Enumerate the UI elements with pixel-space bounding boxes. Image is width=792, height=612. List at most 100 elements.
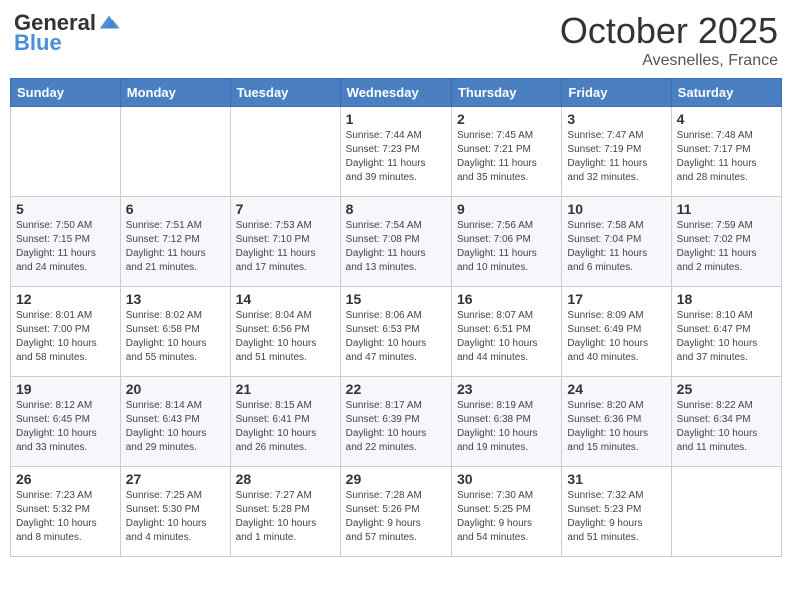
title-section: October 2025 Avesnelles, France [560,10,778,70]
day-cell: 11 Sunrise: 7:59 AM Sunset: 7:02 PM Dayli… [671,197,781,287]
day-cell: 16 Sunrise: 8:07 AM Sunset: 6:51 PM Dayli… [451,287,561,377]
day-cell: 2 Sunrise: 7:45 AM Sunset: 7:21 PM Daylig… [451,107,561,197]
day-info: Sunrise: 8:15 AM Sunset: 6:41 PM Dayligh… [236,399,335,455]
day-number: 25 [677,381,776,397]
logo-blue-text: Blue [14,30,62,56]
day-info: Sunrise: 7:48 AM Sunset: 7:17 PM Dayligh… [677,129,776,185]
day-number: 30 [457,471,556,487]
week-row-2: 5Sunrise: 7:50 AM Sunset: 7:15 PM Daylig… [11,197,782,287]
day-number: 11 [677,201,776,217]
day-number: 6 [126,201,225,217]
day-cell: 17 Sunrise: 8:09 AM Sunset: 6:49 PM Dayli… [562,287,671,377]
day-info: Sunrise: 8:07 AM Sunset: 6:51 PM Dayligh… [457,309,556,365]
day-number: 28 [236,471,335,487]
day-number: 2 [457,111,556,127]
calendar-table: SundayMondayTuesdayWednesdayThursdayFrid… [10,78,782,557]
weekday-header-saturday: Saturday [671,79,781,107]
day-cell: 12 Sunrise: 8:01 AM Sunset: 7:00 PM Dayli… [11,287,121,377]
day-cell: 28 Sunrise: 7:27 AM Sunset: 5:28 PM Dayli… [230,467,340,557]
day-info: Sunrise: 8:09 AM Sunset: 6:49 PM Dayligh… [567,309,665,365]
day-cell: 23Sunrise: 8:19 AM Sunset: 6:38 PM Dayli… [451,377,561,467]
day-number: 22 [346,381,446,397]
day-number: 5 [16,201,115,217]
weekday-header-row: SundayMondayTuesdayWednesdayThursdayFrid… [11,79,782,107]
day-cell: 8Sunrise: 7:54 AM Sunset: 7:08 PM Daylig… [340,197,451,287]
weekday-header-sunday: Sunday [11,79,121,107]
day-cell [671,467,781,557]
day-cell: 9 Sunrise: 7:56 AM Sunset: 7:06 PM Daylig… [451,197,561,287]
day-info: Sunrise: 7:58 AM Sunset: 7:04 PM Dayligh… [567,219,665,275]
day-number: 9 [457,201,556,217]
day-cell [230,107,340,197]
day-cell: 4 Sunrise: 7:48 AM Sunset: 7:17 PM Daylig… [671,107,781,197]
day-info: Sunrise: 8:14 AM Sunset: 6:43 PM Dayligh… [126,399,225,455]
day-cell: 7 Sunrise: 7:53 AM Sunset: 7:10 PM Daylig… [230,197,340,287]
day-cell: 14Sunrise: 8:04 AM Sunset: 6:56 PM Dayli… [230,287,340,377]
day-number: 12 [16,291,115,307]
day-number: 14 [236,291,335,307]
day-info: Sunrise: 7:51 AM Sunset: 7:12 PM Dayligh… [126,219,225,275]
day-cell: 31Sunrise: 7:32 AM Sunset: 5:23 PM Dayli… [562,467,671,557]
day-cell: 21Sunrise: 8:15 AM Sunset: 6:41 PM Dayli… [230,377,340,467]
day-info: Sunrise: 7:47 AM Sunset: 7:19 PM Dayligh… [567,129,665,185]
day-number: 17 [567,291,665,307]
day-cell: 13 Sunrise: 8:02 AM Sunset: 6:58 PM Dayli… [120,287,230,377]
weekday-header-monday: Monday [120,79,230,107]
day-info: Sunrise: 7:53 AM Sunset: 7:10 PM Dayligh… [236,219,335,275]
day-cell: 18Sunrise: 8:10 AM Sunset: 6:47 PM Dayli… [671,287,781,377]
day-info: Sunrise: 8:19 AM Sunset: 6:38 PM Dayligh… [457,399,556,455]
weekday-header-tuesday: Tuesday [230,79,340,107]
day-number: 15 [346,291,446,307]
day-info: Sunrise: 7:45 AM Sunset: 7:21 PM Dayligh… [457,129,556,185]
week-row-3: 12 Sunrise: 8:01 AM Sunset: 7:00 PM Dayli… [11,287,782,377]
day-cell [120,107,230,197]
day-number: 31 [567,471,665,487]
day-info: Sunrise: 8:01 AM Sunset: 7:00 PM Dayligh… [16,309,115,365]
day-cell: 20 Sunrise: 8:14 AM Sunset: 6:43 PM Dayli… [120,377,230,467]
day-number: 27 [126,471,225,487]
day-number: 1 [346,111,446,127]
day-number: 26 [16,471,115,487]
day-number: 10 [567,201,665,217]
day-info: Sunrise: 7:30 AM Sunset: 5:25 PM Dayligh… [457,489,556,545]
day-cell: 30 Sunrise: 7:30 AM Sunset: 5:25 PM Dayli… [451,467,561,557]
day-cell: 6 Sunrise: 7:51 AM Sunset: 7:12 PM Daylig… [120,197,230,287]
day-number: 29 [346,471,446,487]
location-subtitle: Avesnelles, France [560,52,778,70]
day-number: 24 [567,381,665,397]
week-row-1: 1 Sunrise: 7:44 AM Sunset: 7:23 PM Daylig… [11,107,782,197]
day-number: 16 [457,291,556,307]
week-row-5: 26 Sunrise: 7:23 AM Sunset: 5:32 PM Dayli… [11,467,782,557]
day-number: 4 [677,111,776,127]
day-cell: 10 Sunrise: 7:58 AM Sunset: 7:04 PM Dayli… [562,197,671,287]
day-cell: 27 Sunrise: 7:25 AM Sunset: 5:30 PM Dayli… [120,467,230,557]
day-number: 13 [126,291,225,307]
day-info: Sunrise: 7:27 AM Sunset: 5:28 PM Dayligh… [236,489,335,545]
day-cell: 1 Sunrise: 7:44 AM Sunset: 7:23 PM Daylig… [340,107,451,197]
day-info: Sunrise: 7:23 AM Sunset: 5:32 PM Dayligh… [16,489,115,545]
day-cell: 15 Sunrise: 8:06 AM Sunset: 6:53 PM Dayli… [340,287,451,377]
logo: General Blue [14,10,120,56]
day-number: 7 [236,201,335,217]
day-info: Sunrise: 7:54 AM Sunset: 7:08 PM Dayligh… [346,219,446,275]
day-info: Sunrise: 8:02 AM Sunset: 6:58 PM Dayligh… [126,309,225,365]
day-number: 20 [126,381,225,397]
day-cell: 5Sunrise: 7:50 AM Sunset: 7:15 PM Daylig… [11,197,121,287]
weekday-header-thursday: Thursday [451,79,561,107]
day-cell: 29Sunrise: 7:28 AM Sunset: 5:26 PM Dayli… [340,467,451,557]
week-row-4: 19 Sunrise: 8:12 AM Sunset: 6:45 PM Dayli… [11,377,782,467]
day-info: Sunrise: 7:25 AM Sunset: 5:30 PM Dayligh… [126,489,225,545]
weekday-header-friday: Friday [562,79,671,107]
day-cell [11,107,121,197]
day-info: Sunrise: 7:56 AM Sunset: 7:06 PM Dayligh… [457,219,556,275]
day-info: Sunrise: 8:12 AM Sunset: 6:45 PM Dayligh… [16,399,115,455]
day-info: Sunrise: 7:59 AM Sunset: 7:02 PM Dayligh… [677,219,776,275]
day-number: 19 [16,381,115,397]
day-cell: 22 Sunrise: 8:17 AM Sunset: 6:39 PM Dayli… [340,377,451,467]
day-info: Sunrise: 8:06 AM Sunset: 6:53 PM Dayligh… [346,309,446,365]
day-info: Sunrise: 7:44 AM Sunset: 7:23 PM Dayligh… [346,129,446,185]
day-info: Sunrise: 8:17 AM Sunset: 6:39 PM Dayligh… [346,399,446,455]
month-title: October 2025 [560,10,778,52]
page-header: General Blue October 2025 Avesnelles, Fr… [10,10,782,70]
day-cell: 3Sunrise: 7:47 AM Sunset: 7:19 PM Daylig… [562,107,671,197]
